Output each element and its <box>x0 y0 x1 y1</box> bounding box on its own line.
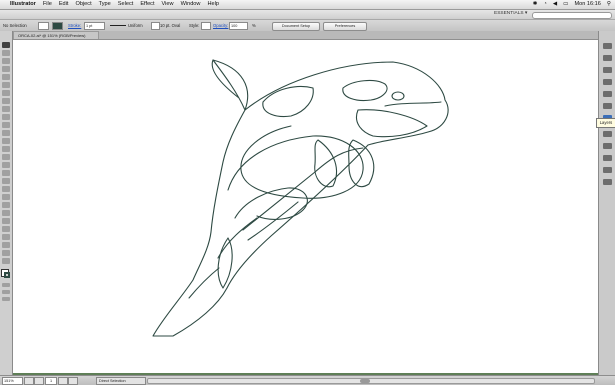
pencil-tool-icon[interactable] <box>2 114 10 120</box>
mesh-tool-icon[interactable] <box>2 186 10 192</box>
screen-mode-icon[interactable] <box>2 297 10 301</box>
orca-eye <box>391 91 405 101</box>
brushes-panel-icon[interactable] <box>603 79 612 85</box>
artboard-tool-icon[interactable] <box>2 234 10 240</box>
eyedropper-tool-icon[interactable] <box>2 202 10 208</box>
symbols-panel-icon[interactable] <box>603 91 612 97</box>
blend-tool-icon[interactable] <box>2 210 10 216</box>
menu-file[interactable]: File <box>43 0 52 9</box>
menu-view[interactable]: View <box>162 0 174 9</box>
stroke-swatch[interactable] <box>52 22 63 30</box>
column-graph-tool-icon[interactable] <box>2 226 10 232</box>
magic-wand-tool-icon[interactable] <box>2 58 10 64</box>
symbol-sprayer-tool-icon[interactable] <box>2 218 10 224</box>
zoom-tool-icon[interactable] <box>2 258 10 264</box>
menu-app-name[interactable]: Illustrator <box>10 0 36 9</box>
menu-object[interactable]: Object <box>75 0 91 9</box>
paintbrush-tool-icon[interactable] <box>2 106 10 112</box>
opacity-link[interactable]: Opacity: <box>213 23 228 28</box>
stroke-link[interactable]: Stroke: <box>68 23 81 28</box>
character-panel-icon[interactable] <box>603 167 612 173</box>
menu-select[interactable]: Select <box>118 0 134 9</box>
gradient-tool-icon[interactable] <box>2 194 10 200</box>
color-guide-panel-icon[interactable] <box>603 55 612 61</box>
menu-edit[interactable]: Edit <box>59 0 69 9</box>
layers-tooltip: Layers <box>596 118 615 128</box>
menu-effect[interactable]: Effect <box>140 0 154 9</box>
selection-status: No Selection <box>3 23 27 28</box>
document-setup-button[interactable]: Document Setup <box>272 21 320 31</box>
eraser-tool-icon[interactable] <box>2 130 10 136</box>
wifi-icon[interactable]: ◔ <box>543 0 546 9</box>
direct-selection-tool-icon[interactable] <box>2 50 10 56</box>
orca-tail-line <box>188 267 220 299</box>
variable-width-profile[interactable]: Uniform <box>128 23 143 28</box>
appearance-panel-icon[interactable] <box>603 131 612 137</box>
menu-window[interactable]: Window <box>181 0 201 9</box>
volume-icon[interactable]: ◀ <box>553 0 557 9</box>
shape-builder-tool-icon[interactable] <box>2 170 10 176</box>
perspective-grid-tool-icon[interactable] <box>2 178 10 184</box>
free-transform-tool-icon[interactable] <box>2 162 10 168</box>
lasso-tool-icon[interactable] <box>2 66 10 72</box>
application-bar: ESSENTIALS ▾ <box>0 10 615 20</box>
clock[interactable]: Mon 16:16 <box>574 0 600 9</box>
graphic-styles-panel-icon[interactable] <box>603 103 612 109</box>
draw-mode-icon[interactable] <box>2 290 10 294</box>
battery-icon[interactable]: ▭ <box>563 0 568 9</box>
orca-saddle-patch <box>262 85 314 118</box>
orca-fluke-detail <box>217 237 233 289</box>
panel-dock <box>598 31 615 375</box>
pen-tool-icon[interactable] <box>2 74 10 80</box>
selection-tool-icon[interactable] <box>2 42 10 48</box>
slice-tool-icon[interactable] <box>2 242 10 248</box>
orca-eye-patch <box>342 79 388 102</box>
spotlight-icon[interactable]: ⚲ <box>607 0 611 9</box>
stroke-color-icon[interactable] <box>4 272 10 278</box>
color-panel-icon[interactable] <box>603 43 612 49</box>
orca-line-artwork[interactable] <box>13 40 598 373</box>
line-tool-icon[interactable] <box>2 90 10 96</box>
bluetooth-icon[interactable]: ✱ <box>533 0 538 9</box>
document-tab[interactable]: ORCA-02.ai* @ 151% (RGB/Preview) <box>13 31 99 39</box>
graphic-style-swatch[interactable] <box>201 22 211 30</box>
orca-belly-patch <box>355 109 428 138</box>
horizontal-scrollbar[interactable] <box>147 378 595 384</box>
brush-dot-preview <box>151 22 160 30</box>
rotate-tool-icon[interactable] <box>2 138 10 144</box>
orca-mouth <box>384 101 442 107</box>
blob-brush-tool-icon[interactable] <box>2 122 10 128</box>
transparency-panel-icon[interactable] <box>603 143 612 149</box>
workspace-switcher[interactable]: ESSENTIALS ▾ <box>494 11 527 16</box>
scale-tool-icon[interactable] <box>2 146 10 152</box>
stroke-weight-field[interactable]: 1 pt <box>84 22 105 30</box>
menubar-status-area: ✱ ◔ ◀ ▭ Mon 16:16 ⚲ <box>533 0 611 9</box>
hand-tool-icon[interactable] <box>2 250 10 256</box>
fill-swatch[interactable] <box>38 22 49 30</box>
width-tool-icon[interactable] <box>2 154 10 160</box>
preferences-button[interactable]: Preferences <box>323 21 367 31</box>
swatches-panel-icon[interactable] <box>603 67 612 73</box>
tools-panel <box>0 31 13 375</box>
style-label: Style: <box>189 23 200 28</box>
percent-label: % <box>252 23 256 28</box>
rectangle-tool-icon[interactable] <box>2 98 10 104</box>
horizontal-scroll-thumb[interactable] <box>360 379 370 383</box>
artboard-canvas[interactable] <box>13 40 598 373</box>
stroke-panel-icon[interactable] <box>603 155 612 161</box>
mac-menubar: Illustrator File Edit Object Type Select… <box>0 0 615 10</box>
menu-type[interactable]: Type <box>99 0 111 9</box>
stroke-profile-preview <box>110 25 126 26</box>
document-tab-strip <box>12 31 598 40</box>
type-tool-icon[interactable] <box>2 82 10 88</box>
orca-dorsal-fin <box>211 59 246 111</box>
opacity-field[interactable]: 100 <box>229 22 248 30</box>
help-search-input[interactable] <box>532 11 612 19</box>
color-mode-icon[interactable] <box>2 283 10 287</box>
paragraph-panel-icon[interactable] <box>603 179 612 185</box>
brush-definition[interactable]: 10 pt. Oval <box>160 23 180 28</box>
menu-help[interactable]: Help <box>207 0 219 9</box>
